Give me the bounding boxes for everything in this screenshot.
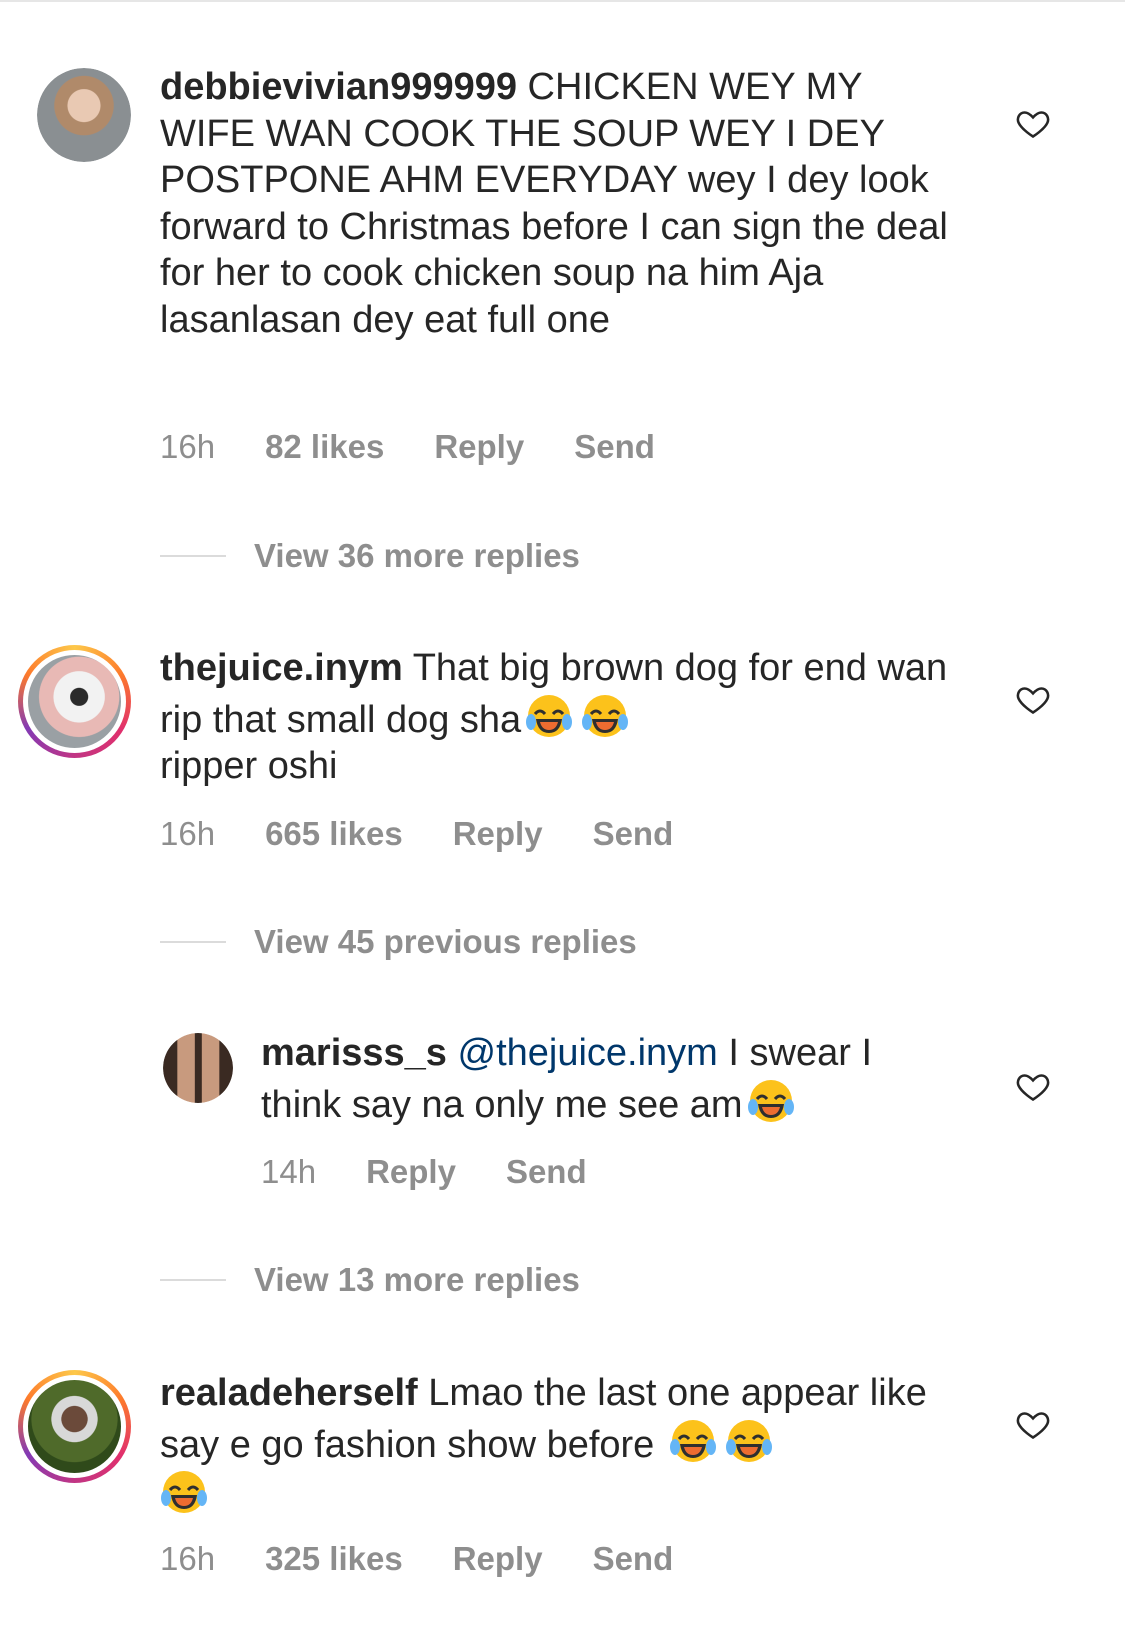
comment-time: 16h [160,815,216,852]
comment-time: 16h [160,1540,216,1577]
likes-count[interactable]: 665 likes [265,815,403,853]
comment-text: debbievivian999999 CHICKEN WEY MY WIFE W… [160,64,960,343]
laughing-emoji [161,1471,207,1513]
view-replies-button[interactable]: View 13 more replies [160,1261,580,1299]
view-replies-label[interactable]: View 13 more replies [254,1261,580,1299]
view-replies-button[interactable]: View 45 previous replies [160,923,637,961]
likes-count[interactable]: 82 likes [265,428,384,466]
send-button[interactable]: Send [593,815,674,853]
view-replies-label[interactable]: View 36 more replies [254,537,580,575]
view-replies-button[interactable]: View 36 more replies [160,537,580,575]
comment-username[interactable]: marisss_s [261,1032,447,1074]
avatar[interactable] [163,1033,233,1103]
comment-time: 14h [261,1153,317,1190]
top-divider [0,0,1125,2]
comment-username[interactable]: realadeherself [160,1372,418,1414]
laughing-emoji [669,1419,716,1462]
comment-body-continued: ripper oshi [160,745,338,787]
heart-outline-icon[interactable] [1014,1068,1052,1104]
comment-text: realadeherself Lmao the last one appear … [160,1370,960,1520]
reply-button[interactable]: Reply [434,428,524,466]
comment-actions: 16h 325 likes Reply Send [160,1540,723,1578]
send-button[interactable]: Send [506,1153,587,1191]
reply-button[interactable]: Reply [366,1153,456,1191]
comment-text: thejuice.inym That big brown dog for end… [160,645,960,790]
avatar [28,1380,121,1473]
likes-count[interactable]: 325 likes [265,1540,403,1578]
view-replies-label[interactable]: View 45 previous replies [254,923,637,961]
heart-outline-icon[interactable] [1014,1406,1052,1442]
mention-link[interactable]: @thejuice.inym [458,1032,718,1074]
comment-actions: 16h 82 likes Reply Send [160,428,705,466]
avatar[interactable] [37,68,131,162]
laughing-emoji [582,694,629,737]
comment-actions: 16h 665 likes Reply Send [160,815,723,853]
divider-line [160,1279,226,1281]
avatar-story-ring[interactable] [18,1370,131,1483]
comment-actions: 14h Reply Send [261,1153,637,1191]
laughing-emoji [526,694,573,737]
send-button[interactable]: Send [593,1540,674,1578]
laughing-emoji [725,1419,772,1462]
laughing-emoji [747,1079,794,1122]
reply-button[interactable]: Reply [453,1540,543,1578]
reply-button[interactable]: Reply [453,815,543,853]
send-button[interactable]: Send [574,428,655,466]
avatar-story-ring[interactable] [18,645,131,758]
avatar [28,655,121,748]
comment-username[interactable]: thejuice.inym [160,647,403,689]
heart-outline-icon[interactable] [1014,681,1052,717]
comment-text: marisss_s @thejuice.inym I swear I think… [261,1030,961,1128]
divider-line [160,941,226,943]
heart-outline-icon[interactable] [1014,105,1052,141]
comment-time: 16h [160,428,216,465]
divider-line [160,555,226,557]
comment-username[interactable]: debbievivian999999 [160,66,517,108]
